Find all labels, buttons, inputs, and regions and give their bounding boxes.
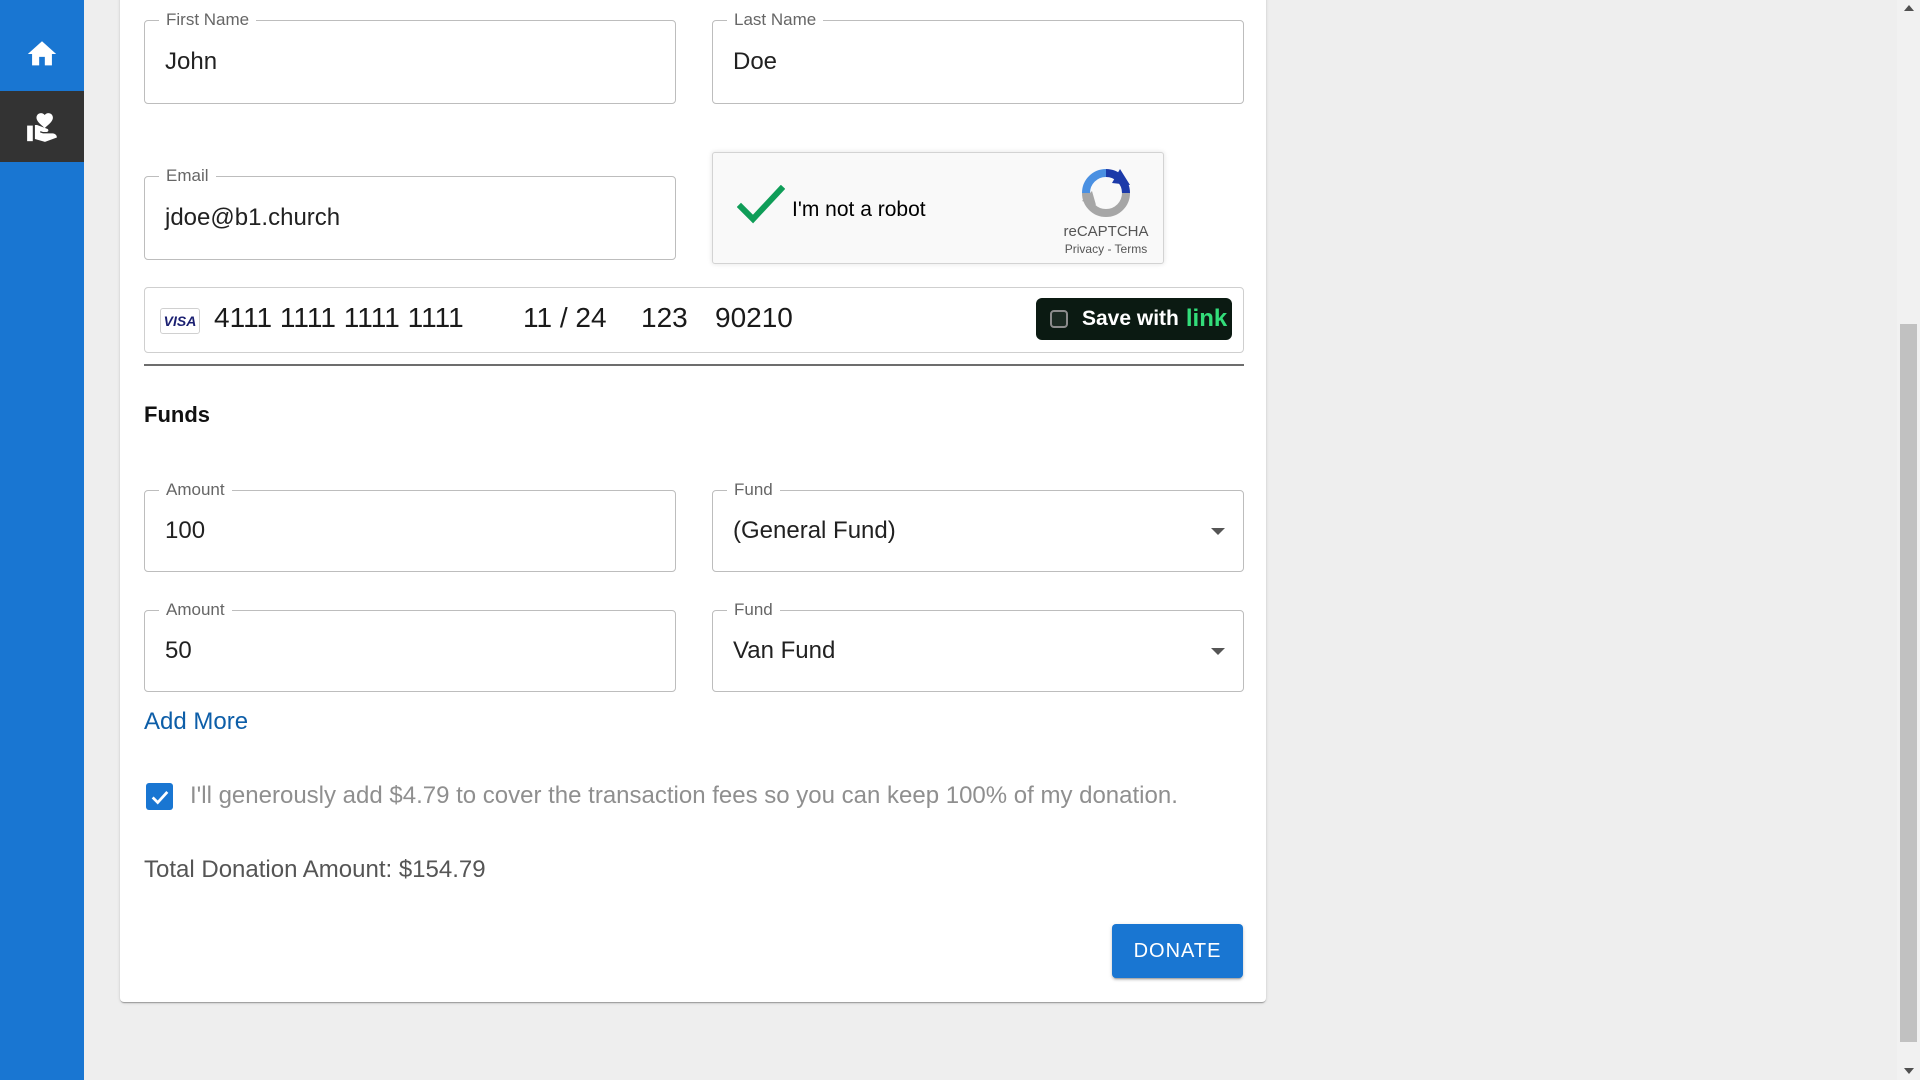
scroll-up-arrow-icon[interactable]: [1904, 5, 1914, 11]
amount-field[interactable]: Amount 50: [144, 600, 676, 692]
recaptcha-logo-icon: [1082, 169, 1130, 217]
donate-hand-heart-icon: [27, 112, 57, 142]
sidebar-item-donate[interactable]: [0, 91, 84, 162]
card-cvc[interactable]: 123: [641, 302, 688, 334]
sidebar-item-home[interactable]: [0, 18, 84, 90]
recaptcha-links[interactable]: Privacy - Terms: [1053, 242, 1159, 256]
scroll-down-arrow-icon[interactable]: [1904, 1068, 1914, 1074]
recaptcha-brand: reCAPTCHA: [1063, 223, 1149, 240]
total-donation-amount: Total Donation Amount: $154.79: [144, 856, 486, 883]
sidebar: [0, 0, 84, 1080]
donate-button[interactable]: DONATE: [1112, 924, 1243, 978]
cover-fees-checkbox[interactable]: [146, 783, 173, 810]
card-element[interactable]: VISA 4111 1111 1111 1111 11 / 24 123 902…: [144, 287, 1244, 353]
fund-select[interactable]: Fund (General Fund): [712, 480, 1244, 572]
scrollbar-thumb[interactable]: [1900, 324, 1917, 1042]
amount-value: 100: [165, 517, 206, 544]
link-logo: link: [1185, 305, 1228, 332]
email-value: jdoe@b1.church: [165, 204, 341, 231]
save-with-link-checkbox[interactable]: [1050, 310, 1068, 328]
scrollbar[interactable]: [1897, 0, 1920, 1080]
first-name-value: John: [165, 48, 218, 75]
fund-value: Van Fund: [733, 637, 836, 664]
email-field[interactable]: Email jdoe@b1.church: [144, 166, 676, 260]
check-icon: [151, 790, 168, 804]
dropdown-arrow-icon: [1211, 528, 1225, 535]
save-with-link-button[interactable]: Save with link: [1036, 298, 1232, 340]
card-zip[interactable]: 90210: [715, 302, 793, 334]
add-more-link[interactable]: Add More: [144, 708, 248, 736]
fund-value: (General Fund): [733, 517, 896, 544]
divider: [144, 364, 1244, 366]
checkmark-icon[interactable]: [737, 185, 785, 225]
dropdown-arrow-icon: [1211, 648, 1225, 655]
recaptcha-label: I'm not a robot: [792, 198, 926, 221]
card-expiry[interactable]: 11 / 24: [523, 302, 607, 334]
amount-field[interactable]: Amount 100: [144, 480, 676, 572]
card-number[interactable]: 4111 1111 1111 1111: [214, 302, 464, 334]
visa-icon: VISA: [160, 308, 200, 334]
save-with-label: Save with: [1082, 307, 1179, 330]
first-name-field[interactable]: First Name John: [144, 10, 676, 104]
recaptcha-widget: I'm not a robot reCAPTCHA Privacy - Term…: [712, 152, 1164, 264]
funds-heading: Funds: [144, 402, 210, 427]
amount-value: 50: [165, 637, 192, 664]
home-icon: [27, 41, 57, 66]
last-name-field[interactable]: Last Name Doe: [712, 10, 1244, 104]
last-name-value: Doe: [733, 48, 778, 75]
cover-fees-label: I'll generously add $4.79 to cover the t…: [190, 782, 1178, 809]
fund-select[interactable]: Fund Van Fund: [712, 600, 1244, 692]
